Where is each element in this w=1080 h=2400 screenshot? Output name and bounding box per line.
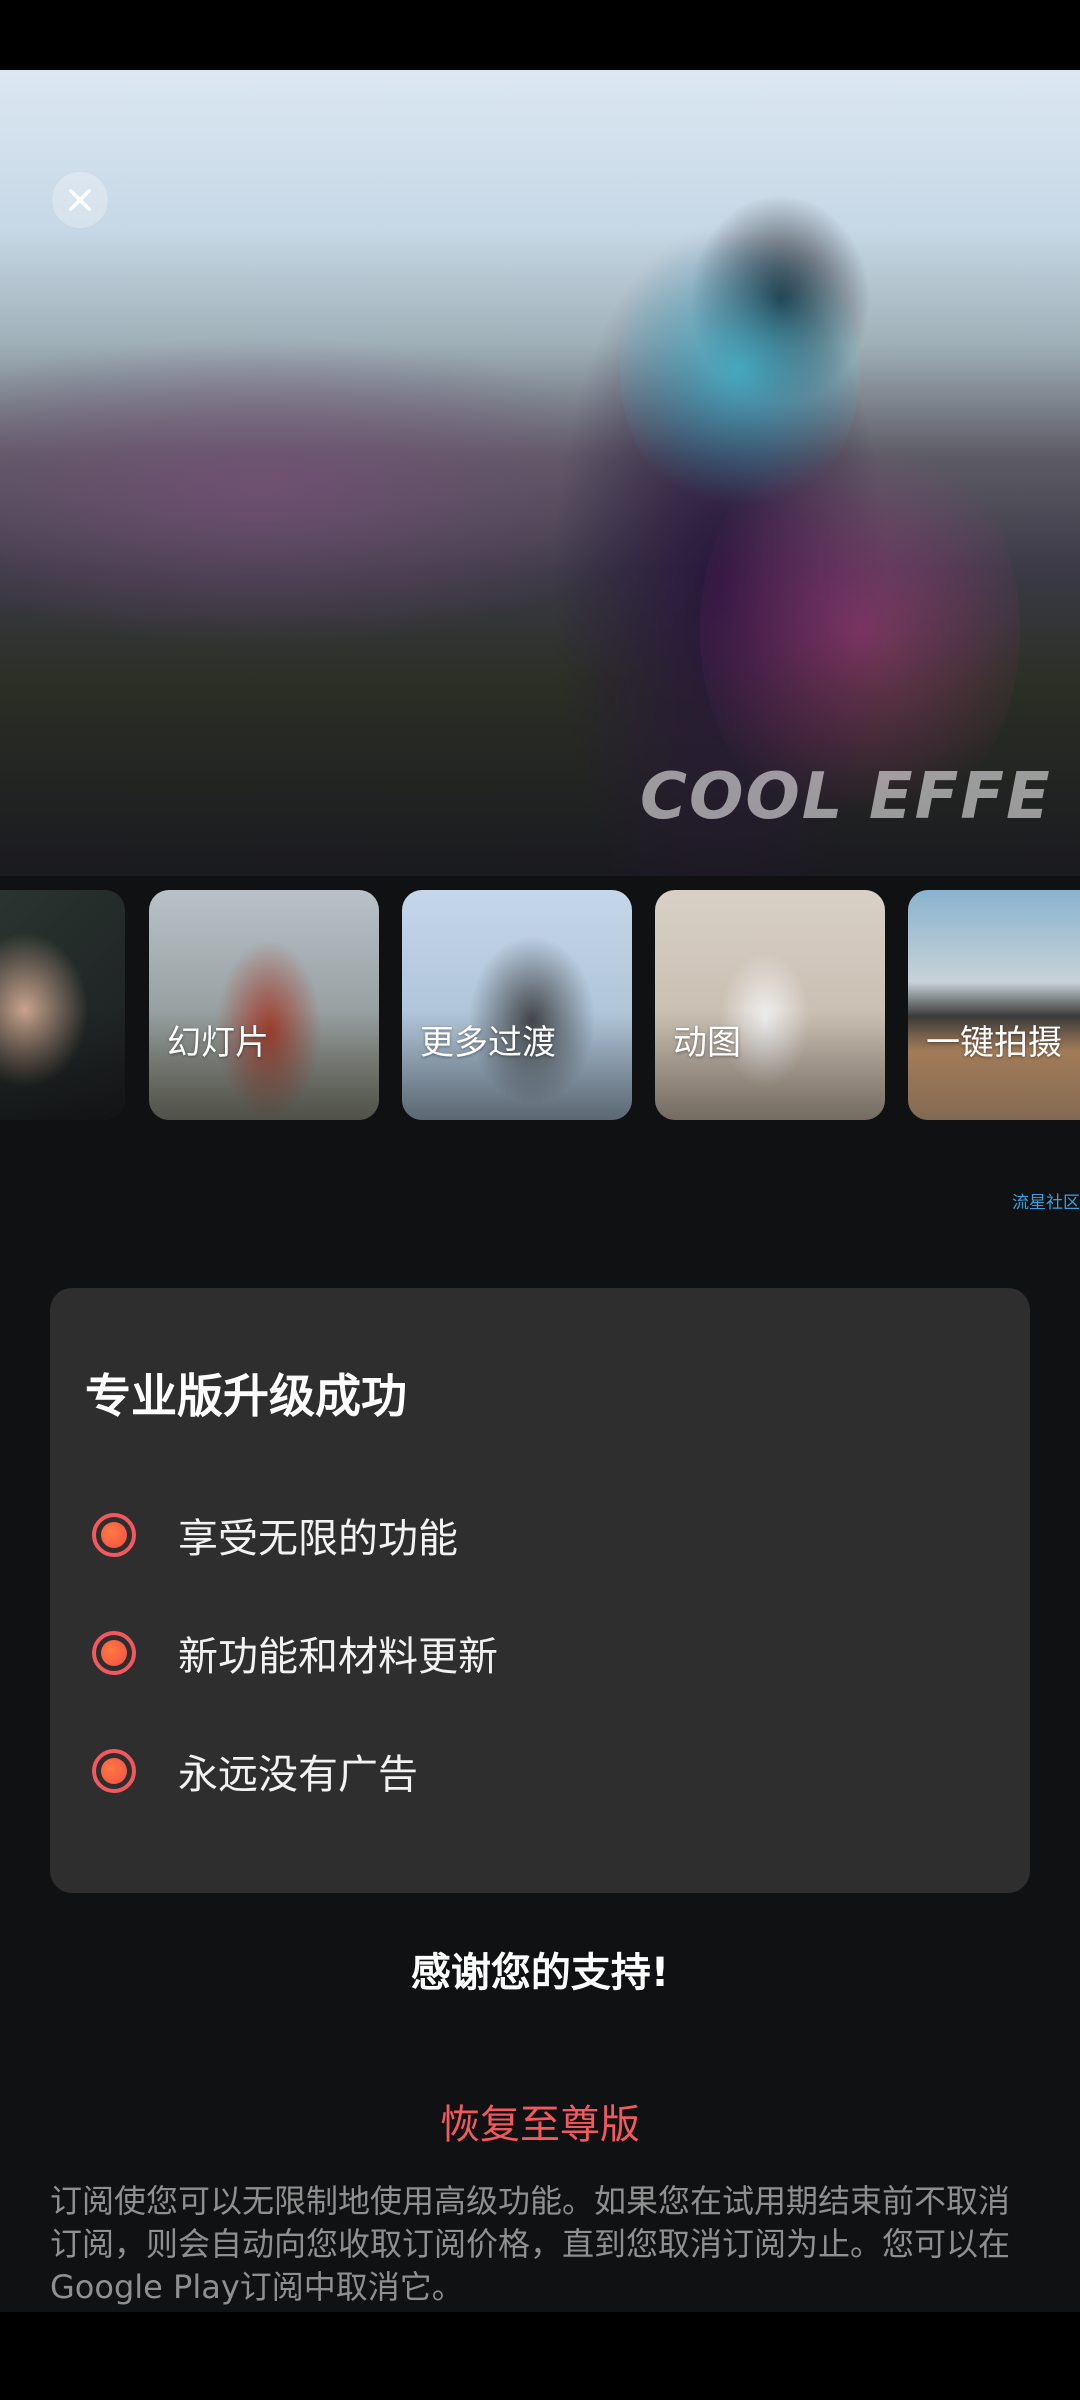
feature-label: 动图 [673,1023,741,1063]
radio-dot-icon [92,1631,136,1675]
subscription-disclaimer: 订阅使您可以无限制地使用高级功能。如果您在试用期结束前不取消订阅，则会自动向您收… [50,2182,1011,2306]
hero-watermark-text: COOL EFFE [640,760,1052,834]
feature-label: 幻灯片 [167,1023,269,1063]
thanks-text: 感谢您的支持! [410,1950,670,1996]
benefit-item: 享受无限的功能 [92,1505,458,1565]
radio-dot-icon [92,1513,136,1557]
screen: COOL EFFE 幻灯片 更多过渡 动图 一键拍摄 流星社区 专业版升级成功 [0,0,1080,2400]
restore-premium-button[interactable]: 恢复至尊版 [340,2090,740,2160]
close-icon [69,189,91,211]
feature-carousel[interactable]: 幻灯片 更多过渡 动图 一键拍摄 [0,890,1080,1120]
close-button[interactable] [52,172,108,228]
feature-card-shade [0,1010,125,1120]
benefit-item: 永远没有广告 [92,1741,418,1801]
benefit-text: 享受无限的功能 [178,1516,458,1562]
feature-card-transitions[interactable]: 更多过渡 [402,890,632,1120]
pro-upgrade-card: 专业版升级成功 享受无限的功能 新功能和材料更新 永远没有广告 [50,1288,1030,1893]
status-bar [0,0,1080,70]
feature-label: 一键拍摄 [926,1023,1062,1063]
feature-card-gif[interactable]: 动图 [655,890,885,1120]
community-link[interactable]: 流星社区 [1012,1188,1080,1213]
benefit-item: 新功能和材料更新 [92,1623,498,1683]
hero-video-preview: COOL EFFE [0,70,1080,876]
radio-dot-icon [92,1749,136,1793]
feature-label: 更多过渡 [420,1023,556,1063]
feature-card-slideshow[interactable]: 幻灯片 [149,890,379,1120]
navigation-bar [0,2312,1080,2400]
pro-card-title: 专业版升级成功 [85,1369,407,1423]
feature-card-one-tap-shoot[interactable]: 一键拍摄 [908,890,1080,1120]
benefit-text: 永远没有广告 [178,1752,418,1798]
feature-card-portrait[interactable] [0,890,125,1120]
benefit-text: 新功能和材料更新 [178,1634,498,1680]
